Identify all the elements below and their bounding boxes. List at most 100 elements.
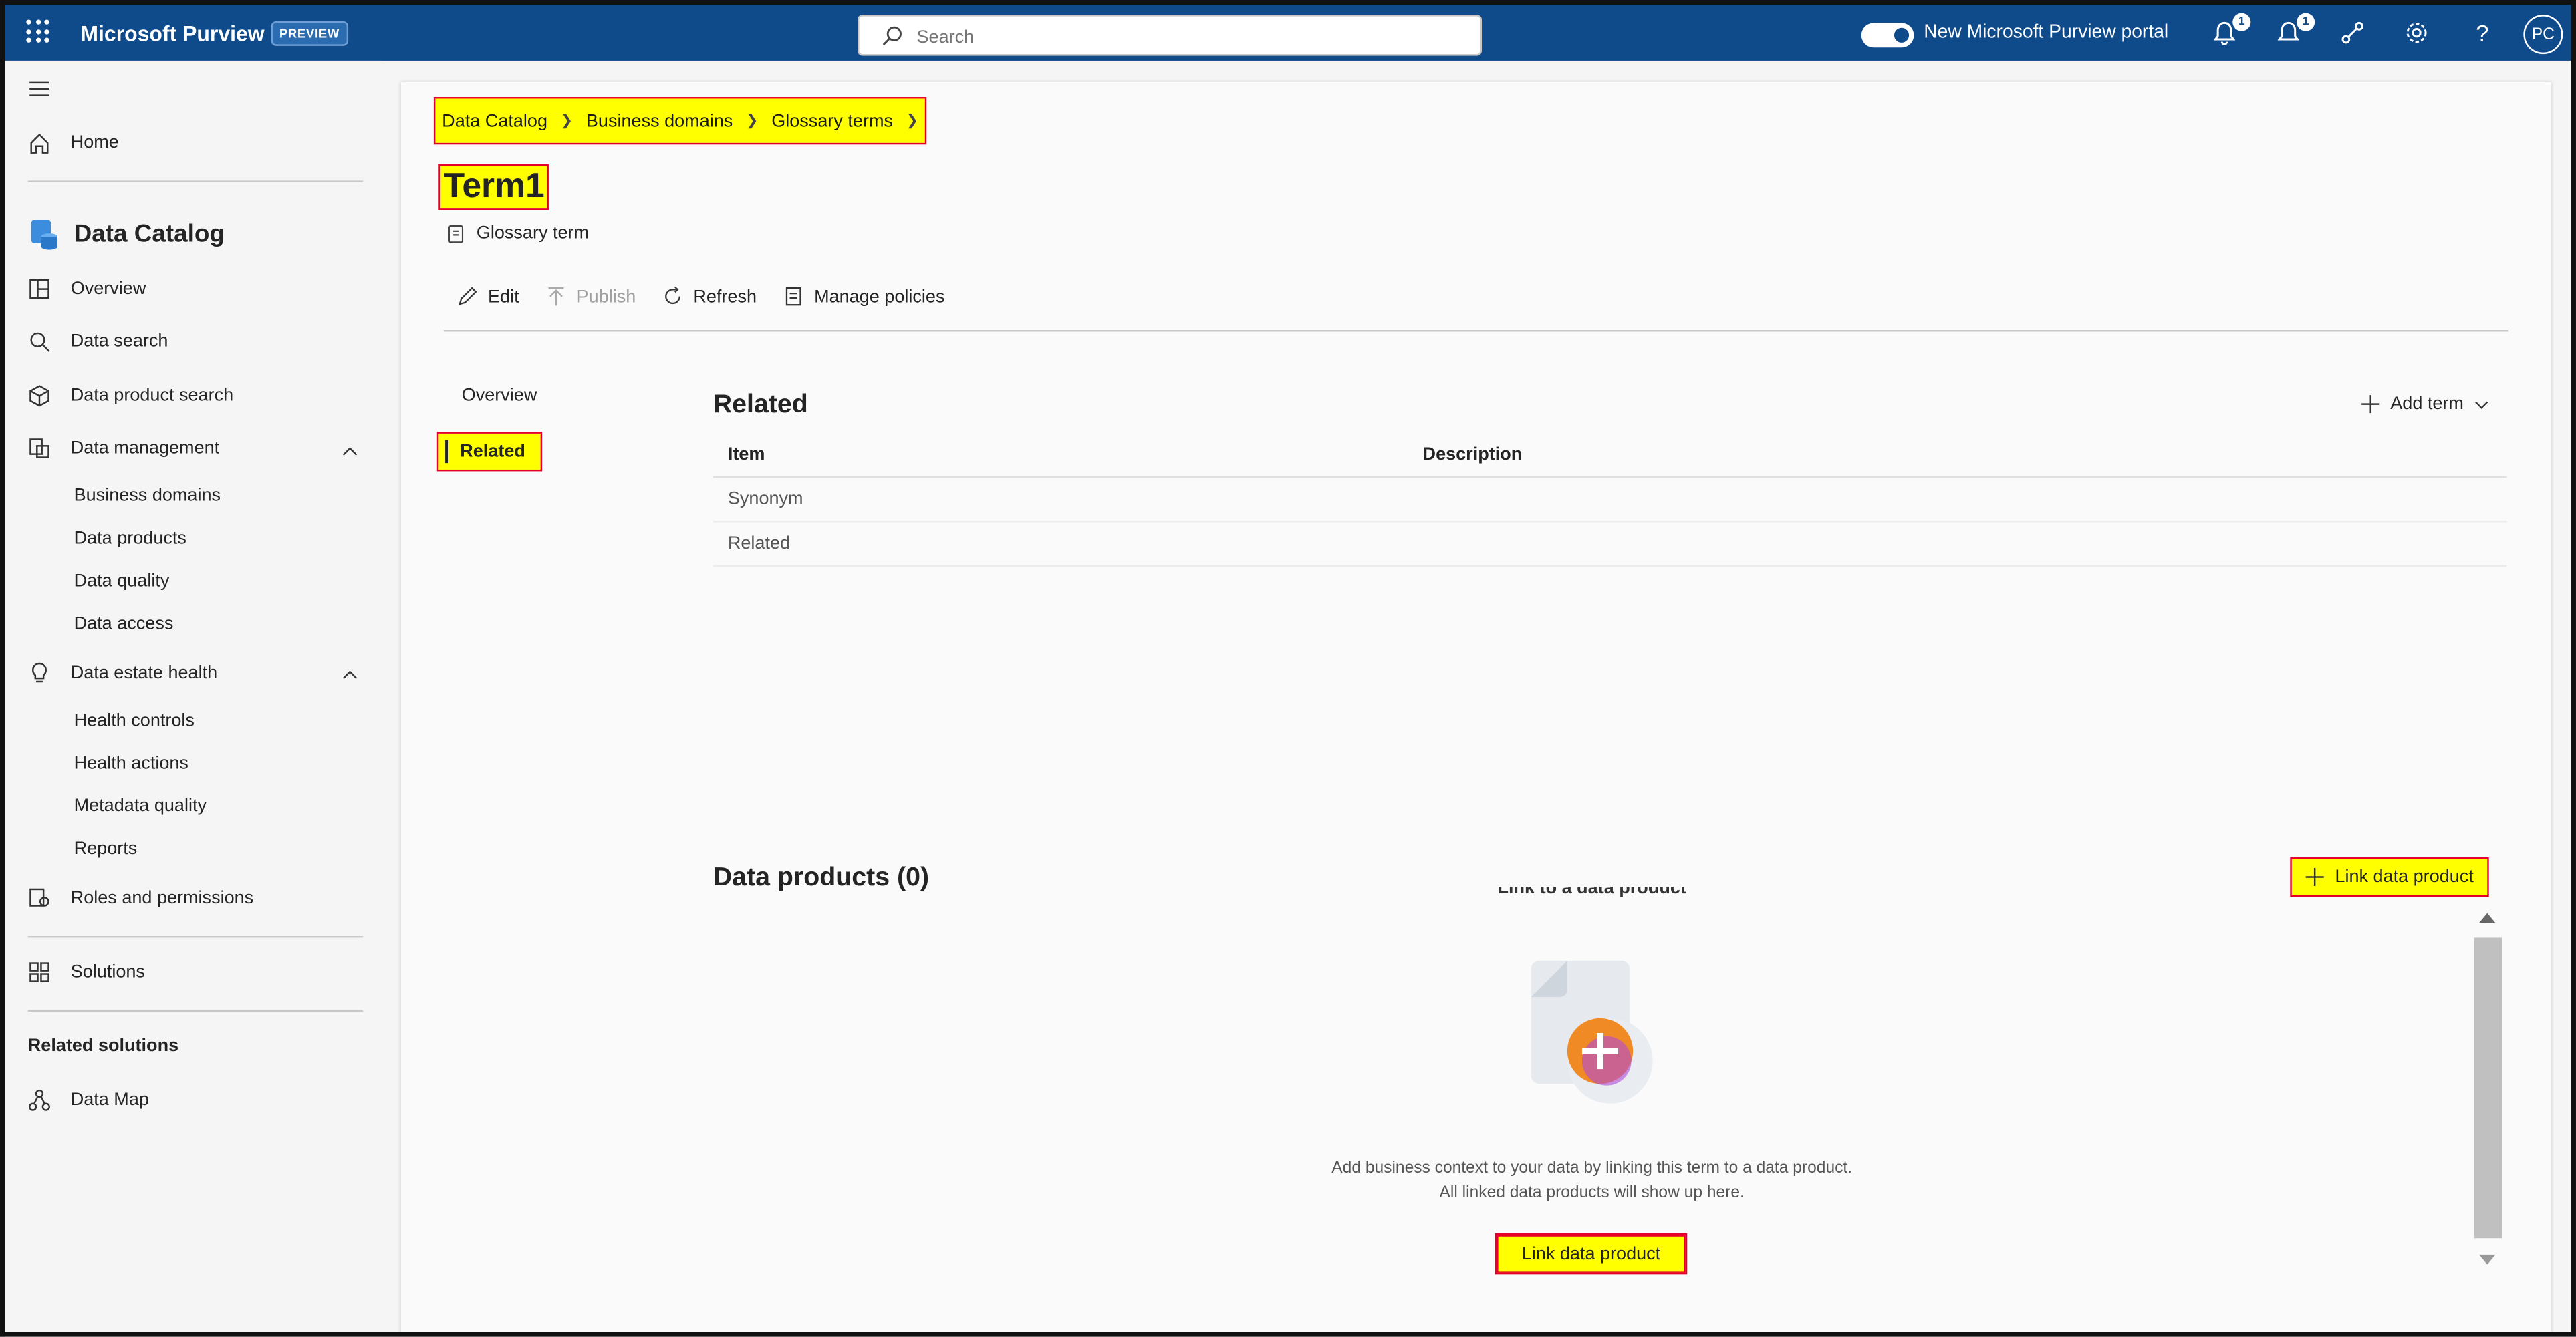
search-icon bbox=[30, 332, 50, 352]
manage-policies-label: Manage policies bbox=[814, 286, 945, 307]
empty-state-line1: Add business context to your data by lin… bbox=[1331, 1159, 1853, 1178]
command-bar: Edit Publish Refresh Manage policies bbox=[457, 286, 971, 307]
breadcrumb-business-domains[interactable]: Business domains bbox=[586, 111, 733, 130]
search-icon bbox=[882, 26, 902, 45]
alerts-icon[interactable]: 1 bbox=[2275, 13, 2315, 49]
tab-related-label: Related bbox=[460, 442, 525, 462]
search-input[interactable] bbox=[913, 23, 1462, 53]
nav-data-map-label: Data Map bbox=[70, 1090, 149, 1110]
divider bbox=[27, 936, 364, 938]
nav-solutions[interactable]: Solutions bbox=[28, 961, 145, 984]
row-item: Synonym bbox=[713, 477, 1408, 523]
row-item: Related bbox=[713, 521, 1408, 567]
nav-health-controls[interactable]: Health controls bbox=[74, 711, 195, 730]
collapse-nav-button[interactable] bbox=[28, 78, 71, 100]
refresh-button[interactable]: Refresh bbox=[662, 286, 757, 307]
nav-health-actions[interactable]: Health actions bbox=[74, 754, 188, 773]
nav-data-map[interactable]: Data Map bbox=[28, 1089, 149, 1112]
settings-gear-icon[interactable] bbox=[2404, 19, 2433, 49]
app-section-title[interactable]: Data Catalog bbox=[28, 216, 225, 250]
nav-business-domains[interactable]: Business domains bbox=[74, 486, 221, 506]
tab-related[interactable]: Related bbox=[436, 432, 543, 472]
new-portal-toggle[interactable] bbox=[1861, 23, 1914, 48]
manage-policies-button[interactable]: Manage policies bbox=[783, 286, 944, 307]
glossary-term-icon bbox=[448, 224, 464, 243]
cube-icon bbox=[29, 385, 49, 407]
nav-data-search-label: Data search bbox=[70, 331, 168, 351]
related-heading: Related bbox=[713, 390, 808, 419]
publish-label: Publish bbox=[576, 286, 636, 307]
plus-icon bbox=[2361, 395, 2380, 414]
nav-solutions-label: Solutions bbox=[70, 962, 145, 982]
column-header-description[interactable]: Description bbox=[1408, 432, 2507, 478]
nav-data-products[interactable]: Data products bbox=[74, 529, 186, 548]
nav-reports[interactable]: Reports bbox=[74, 839, 138, 859]
hamburger-icon bbox=[29, 81, 49, 96]
breadcrumb-data-catalog[interactable]: Data Catalog bbox=[442, 111, 547, 130]
nav-data-product-search[interactable]: Data product search bbox=[28, 384, 233, 407]
chevron-up-icon[interactable] bbox=[342, 444, 358, 460]
lightbulb-icon bbox=[32, 662, 47, 683]
top-bar: Microsoft Purview PREVIEW New Microsoft … bbox=[0, 0, 2576, 61]
refresh-icon bbox=[665, 286, 681, 305]
help-icon[interactable]: ? bbox=[2468, 19, 2497, 49]
plus-icon bbox=[2306, 868, 2325, 887]
nav-overview[interactable]: Overview bbox=[28, 277, 146, 300]
search-box[interactable] bbox=[858, 15, 1483, 56]
nav-home[interactable]: Home bbox=[28, 132, 119, 154]
data-catalog-icon bbox=[31, 220, 58, 250]
nav-data-management-label: Data management bbox=[70, 438, 220, 458]
publish-button[interactable]: Publish bbox=[545, 286, 636, 307]
vertical-scrollbar[interactable] bbox=[2472, 903, 2504, 1272]
related-solutions-heading: Related solutions bbox=[27, 1036, 179, 1056]
nav-data-estate-health-label: Data estate health bbox=[70, 663, 218, 684]
app-launcher-icon[interactable] bbox=[26, 19, 49, 43]
edit-button[interactable]: Edit bbox=[457, 286, 519, 307]
chevron-right-icon[interactable]: ❯ bbox=[906, 112, 919, 130]
nav-data-search[interactable]: Data search bbox=[28, 330, 168, 353]
column-header-item[interactable]: Item bbox=[713, 432, 1408, 478]
link-data-product-button[interactable]: Link data product bbox=[2290, 857, 2489, 897]
brand-title[interactable]: Microsoft Purview bbox=[80, 21, 264, 46]
nav-data-quality[interactable]: Data quality bbox=[74, 571, 170, 591]
left-navigation: Home Data Catalog Overview Data search D… bbox=[0, 60, 382, 1337]
nav-data-product-search-label: Data product search bbox=[70, 386, 234, 406]
app-window: Microsoft Purview PREVIEW New Microsoft … bbox=[0, 0, 2576, 1337]
divider bbox=[27, 1010, 364, 1012]
scroll-up-arrow-icon[interactable] bbox=[2478, 913, 2496, 923]
nav-data-management[interactable]: Data management bbox=[28, 437, 219, 460]
nav-data-estate-health[interactable]: Data estate health bbox=[28, 662, 217, 685]
table-row[interactable]: Related bbox=[713, 521, 2507, 567]
share-icon[interactable] bbox=[2339, 19, 2369, 49]
main-panel: Data Catalog ❯ Business domains ❯ Glossa… bbox=[400, 82, 2552, 1337]
chevron-down-icon bbox=[2474, 400, 2488, 408]
nav-metadata-quality[interactable]: Metadata quality bbox=[74, 796, 207, 816]
chevron-up-icon[interactable] bbox=[342, 667, 358, 684]
page-title: Term1 bbox=[438, 164, 550, 210]
breadcrumb-glossary-terms[interactable]: Glossary terms bbox=[771, 111, 893, 130]
tab-overview[interactable]: Overview bbox=[462, 386, 537, 406]
add-term-button[interactable]: Add term bbox=[2361, 394, 2488, 414]
user-avatar[interactable]: PC bbox=[2523, 15, 2563, 55]
table-row[interactable]: Synonym bbox=[713, 477, 2507, 523]
notifications-bell-icon[interactable]: 1 bbox=[2211, 13, 2251, 49]
nav-roles-label: Roles and permissions bbox=[70, 888, 254, 909]
solutions-grid-icon bbox=[29, 962, 49, 982]
row-description bbox=[1408, 477, 2507, 523]
nav-data-access[interactable]: Data access bbox=[74, 614, 174, 633]
alerts-count: 1 bbox=[2297, 13, 2315, 31]
related-table: Item Description Synonym Related bbox=[713, 432, 2507, 567]
divider bbox=[27, 180, 364, 182]
scrollbar-thumb[interactable] bbox=[2474, 937, 2502, 1239]
term-type-label: Glossary term bbox=[476, 223, 590, 243]
scroll-down-arrow-icon[interactable] bbox=[2478, 1254, 2496, 1265]
home-icon bbox=[30, 133, 49, 154]
app-section-label: Data Catalog bbox=[74, 219, 225, 247]
roles-icon bbox=[29, 888, 49, 907]
divider bbox=[443, 330, 2509, 332]
add-term-label: Add term bbox=[2390, 394, 2464, 414]
empty-state-link-data-product-button[interactable]: Link data product bbox=[1495, 1233, 1688, 1275]
nav-home-label: Home bbox=[70, 133, 119, 153]
empty-state-title: Link to a data product bbox=[1497, 887, 1686, 899]
nav-roles-permissions[interactable]: Roles and permissions bbox=[28, 887, 253, 909]
